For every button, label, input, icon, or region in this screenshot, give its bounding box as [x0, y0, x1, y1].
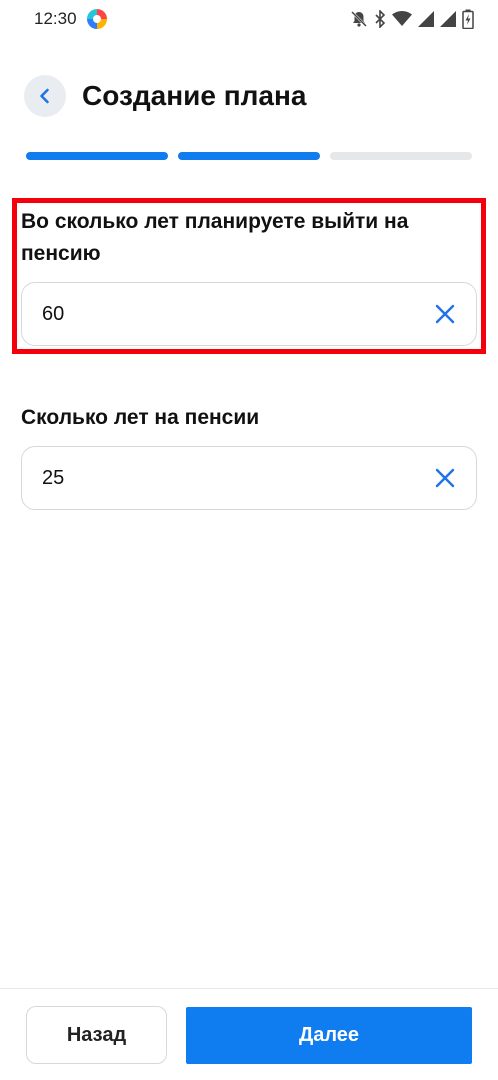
years-in-retirement-label: Сколько лет на пенсии [21, 406, 260, 429]
signal-icon [440, 11, 456, 27]
retirement-age-input[interactable]: 60 [21, 282, 477, 346]
back-nav-button[interactable]: Назад [26, 1006, 167, 1064]
app-icon [86, 9, 107, 29]
header: Создание плана [24, 74, 306, 118]
bell-off-icon [351, 11, 367, 27]
progress-step [26, 152, 168, 160]
close-icon [435, 468, 455, 488]
bluetooth-icon [375, 10, 386, 28]
progress-step [330, 152, 472, 160]
status-time: 12:30 [34, 9, 77, 28]
wifi-icon [392, 11, 412, 26]
years-in-retirement-value[interactable]: 25 [42, 467, 64, 490]
step-progress [26, 152, 472, 160]
page-title: Создание плана [82, 80, 307, 111]
retirement-age-field: Во сколько лет планируете выйти на пенси… [21, 206, 477, 346]
bottom-bar: Назад Далее [0, 988, 498, 1080]
retirement-age-value[interactable]: 60 [42, 303, 64, 326]
signal-icon [418, 11, 434, 27]
screen: 12:30 Создание плана Во сколько лет план… [0, 0, 498, 1080]
years-in-retirement-field: Сколько лет на пенсии 25 [21, 402, 477, 510]
status-bar: 12:30 [0, 0, 498, 38]
chevron-left-icon [40, 88, 49, 104]
next-button[interactable]: Далее [186, 1007, 472, 1064]
years-in-retirement-input[interactable]: 25 [21, 446, 477, 510]
clear-button[interactable] [432, 465, 458, 491]
clear-button[interactable] [432, 301, 458, 327]
close-icon [435, 304, 455, 324]
retirement-age-label: Во сколько лет планируете выйти на пенси… [21, 210, 409, 265]
back-button[interactable] [24, 75, 66, 117]
progress-step [178, 152, 320, 160]
battery-charging-icon [462, 9, 474, 29]
